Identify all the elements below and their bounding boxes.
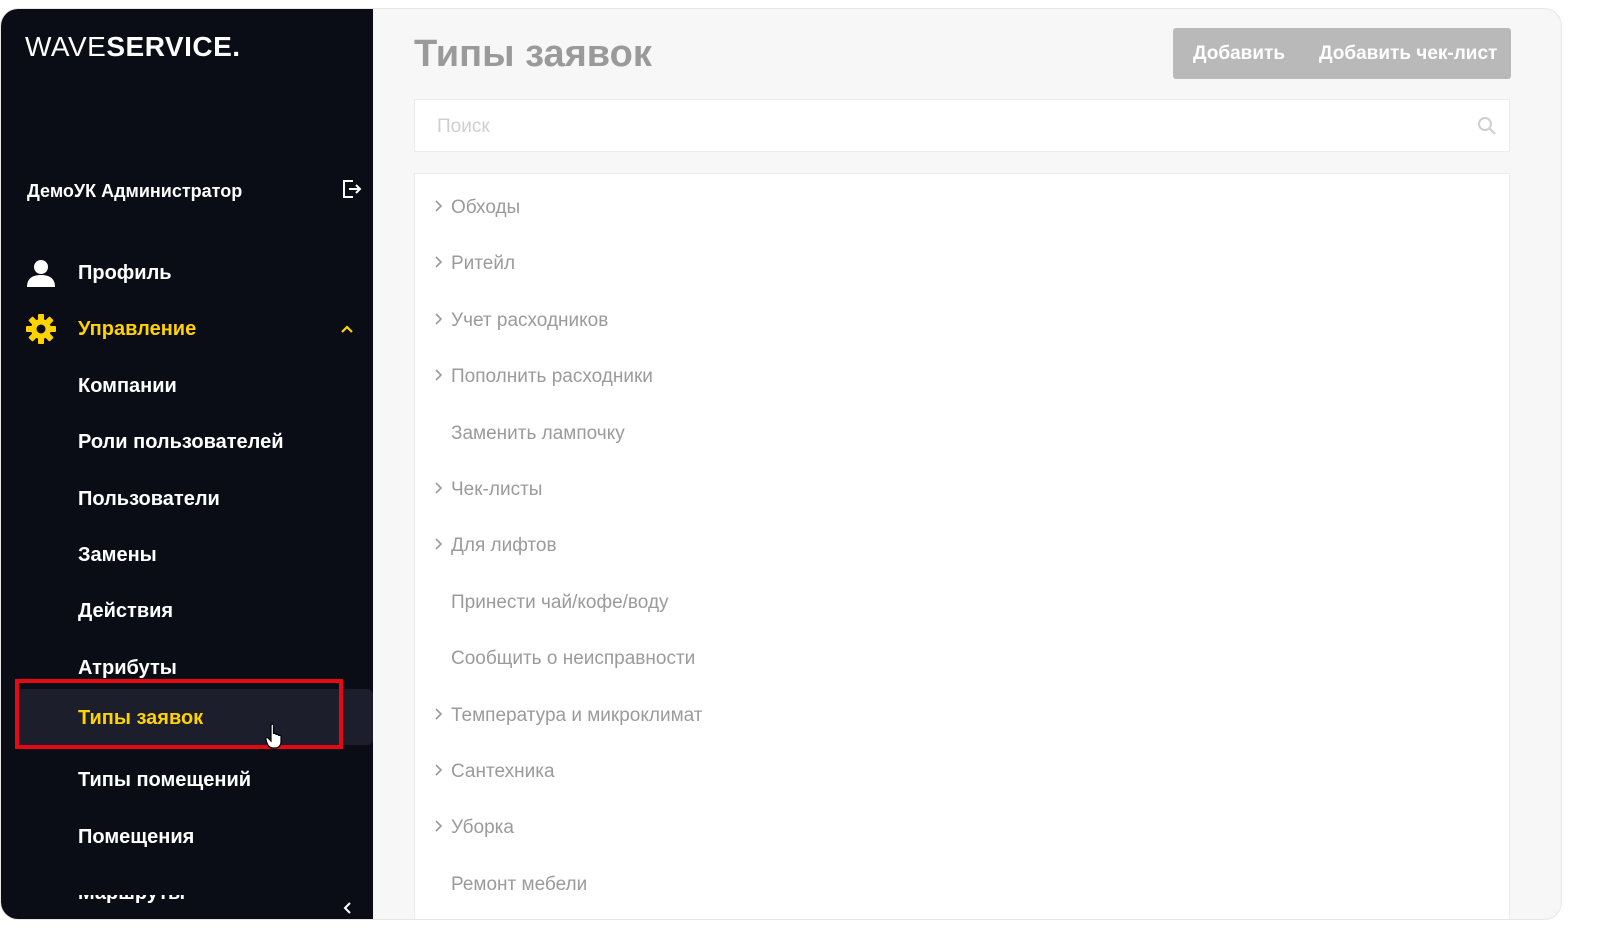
list-item[interactable]: Температура и микроклимат (415, 696, 1509, 736)
list-item-label: Ремонт мебели (451, 874, 588, 895)
chevron-right-icon[interactable] (433, 312, 443, 326)
user-name: ДемоУК Администратор (27, 181, 243, 201)
nav-item-profile[interactable]: Профиль (1, 251, 373, 295)
request-types-list: Обходы Ритейл Учет расходников Пополнить… (414, 173, 1510, 919)
search-box (414, 99, 1510, 153)
chevron-right-icon[interactable] (433, 199, 443, 213)
list-item-label: Сообщить о неисправности (451, 648, 696, 669)
sidebar-item-room-types[interactable]: Типы помещений (1, 757, 373, 803)
hand-cursor-icon (265, 723, 282, 749)
sidebar-item-rooms[interactable]: Помещения (1, 814, 373, 860)
list-item[interactable]: Пополнить расходники (415, 357, 1509, 397)
chevron-right-icon[interactable] (433, 481, 443, 495)
list-item[interactable]: Принести чай/кофе/воду (415, 583, 1509, 623)
sidebar-item-label: Пользователи (78, 488, 220, 510)
search-icon[interactable] (1477, 116, 1497, 136)
nav-item-management[interactable]: Управление (1, 307, 373, 351)
sidebar-item-label: Действия (78, 600, 174, 622)
logo-light: WAVE (25, 31, 107, 62)
list-item-label: Принести чай/кофе/воду (451, 592, 669, 613)
page-title: Типы заявок (414, 33, 652, 75)
logo[interactable]: WAVESERVICE. (25, 31, 241, 63)
chevron-right-icon[interactable] (433, 819, 443, 833)
list-item[interactable]: Обходы (415, 188, 1509, 228)
list-item[interactable]: Учет расходников (415, 301, 1509, 341)
list-item-label: Обходы (451, 197, 521, 218)
sidebar-item-label: Помещения (78, 826, 195, 848)
nav-label-profile: Профиль (78, 262, 172, 284)
logo-bold: SERVICE. (106, 31, 241, 62)
sidebar-item-companies[interactable]: Компании (1, 363, 373, 409)
sidebar-item-users[interactable]: Пользователи (1, 476, 373, 522)
chevron-right-icon[interactable] (433, 368, 443, 382)
chevron-right-icon[interactable] (433, 537, 443, 551)
sidebar-item-label: Замены (78, 544, 157, 566)
sidebar-scroll-clip (1, 883, 373, 895)
list-item[interactable]: Для лифтов (415, 526, 1509, 566)
list-item-label: Сантехника (451, 761, 555, 782)
list-item[interactable]: Ремонт мебели (415, 865, 1509, 905)
sidebar-item-actions[interactable]: Действия (1, 588, 373, 634)
list-item-label: Температура и микроклимат (451, 705, 703, 726)
logout-icon[interactable] (339, 177, 363, 201)
nav-label-management: Управление (78, 318, 197, 340)
sidebar-item-replacements[interactable]: Замены (1, 532, 373, 578)
list-item[interactable]: Уборка (415, 808, 1509, 848)
chevron-right-icon[interactable] (433, 707, 443, 721)
search-input[interactable] (435, 100, 1459, 153)
list-item-label: Ритейл (451, 253, 516, 274)
highlight-box (15, 679, 343, 749)
sidebar-item-user-roles[interactable]: Роли пользователей (1, 419, 373, 465)
chevron-right-icon[interactable] (433, 255, 443, 269)
list-item-label: Заменить лампочку (451, 423, 625, 444)
list-item[interactable]: Ритейл (415, 244, 1509, 284)
list-item[interactable]: Сообщить о неисправности (415, 639, 1509, 679)
sidebar-item-label: Атрибуты (78, 657, 177, 679)
list-item-label: Пополнить расходники (451, 366, 653, 387)
sidebar-item-label: Компании (78, 375, 177, 397)
chevron-up-icon[interactable] (339, 321, 355, 337)
chevron-right-icon[interactable] (433, 763, 443, 777)
user-icon (27, 260, 55, 287)
sidebar-item-label: Роли пользователей (78, 431, 284, 453)
add-checklist-button[interactable]: Добавить чек-лист (1319, 28, 1499, 79)
sidebar-item-label: Типы помещений (78, 769, 252, 791)
list-item-label: Уборка (451, 817, 514, 838)
list-item[interactable]: Сантехника (415, 752, 1509, 792)
list-item-label: Учет расходников (451, 310, 609, 331)
sidebar: WAVESERVICE. ДемоУК Администратор Профил… (1, 9, 373, 919)
list-item[interactable]: Чек-листы (415, 470, 1509, 510)
app-window: WAVESERVICE. ДемоУК Администратор Профил… (0, 8, 1562, 920)
user-row: ДемоУК Администратор (27, 177, 363, 207)
gear-icon (26, 314, 56, 344)
list-item-label: Чек-листы (451, 479, 543, 500)
main-content: Типы заявок Добавить Добавить чек-лист О… (373, 9, 1561, 919)
list-item[interactable]: Заменить лампочку (415, 414, 1509, 454)
add-button[interactable]: Добавить (1193, 28, 1289, 79)
list-item-label: Для лифтов (451, 535, 557, 556)
chevron-left-icon[interactable] (341, 901, 355, 915)
action-button-group: Добавить Добавить чек-лист (1173, 28, 1511, 79)
